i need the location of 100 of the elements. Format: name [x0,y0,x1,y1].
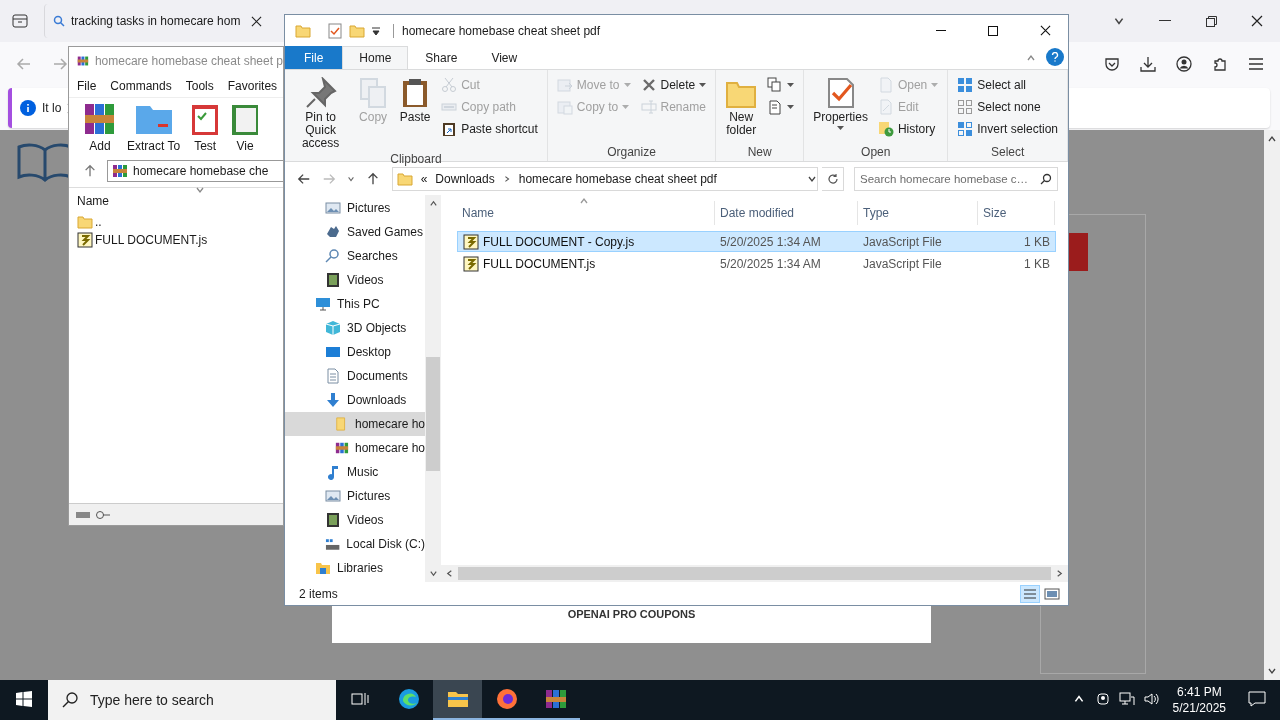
nav-item[interactable]: Searches [285,244,425,268]
script-file-icon [463,255,479,272]
menu-item[interactable]: Commands [110,79,172,93]
nav-item[interactable]: Documents [285,364,425,388]
minimize-icon[interactable] [1159,20,1171,22]
nav-item[interactable]: Music [285,460,425,484]
taskbar-search-field[interactable]: Type here to search [48,680,336,720]
archive-icon [335,440,349,456]
nav-item[interactable]: Libraries [285,556,425,580]
ribbon-button[interactable]: Pin to Quick access [291,75,351,152]
new-item-icon [767,77,784,93]
nav-item[interactable]: homecare ho [285,436,425,460]
column-header[interactable]: Name [457,201,715,225]
puzzle-icon[interactable] [1212,56,1228,72]
menu-icon[interactable] [1248,57,1264,71]
refresh-button[interactable] [822,166,844,191]
task-view-icon[interactable] [351,691,369,707]
network-icon[interactable] [1118,692,1135,706]
scrollbar[interactable] [425,195,441,582]
date-cell-text: 5/20/2025 1:34 AM [719,234,822,249]
clock[interactable]: 6:41 PM 5/21/2025 [1164,680,1234,720]
search-field[interactable]: Search homecare homebase c… [854,166,1058,191]
nav-item[interactable]: 3D Objects [285,316,425,340]
overflow-mark: « [420,171,428,186]
browser-icon[interactable] [396,687,421,711]
back-arrow-icon[interactable] [296,171,311,186]
recent-locations-icon [347,174,356,183]
nav-item[interactable]: Pictures [285,484,425,508]
breadcrumb[interactable]: Downloads [435,171,495,186]
column-header[interactable]: Type [858,201,978,225]
start-icon[interactable] [16,691,32,707]
nav-item[interactable]: Downloads [285,388,425,412]
toolbar-button[interactable]: Extract To [127,102,181,153]
restore-icon[interactable] [1205,15,1217,27]
volume-icon[interactable] [1143,692,1160,706]
file-row[interactable]: FULL DOCUMENT.js 5/20/2025 1:34 AM JavaScript File 1 KB [457,253,1056,274]
picture-icon [325,200,341,216]
close-icon[interactable] [251,15,262,27]
toolbar-button[interactable]: Add [83,102,117,153]
menu-item[interactable]: File [77,79,97,93]
ribbon-button[interactable]: Invert selection [954,119,1061,139]
toolbar-button[interactable]: Test [190,102,221,153]
up-arrow-icon[interactable] [83,164,97,178]
ribbon-tab[interactable]: Share [408,46,475,69]
nav-item[interactable]: Videos [285,268,425,292]
breadcrumb[interactable]: homecare homebase cheat sheet pdf [518,171,717,186]
ribbon-tab[interactable]: View [474,46,535,69]
ribbon-button[interactable]: Delete [637,75,710,95]
ribbon-tab[interactable]: File [285,46,343,69]
ribbon-button[interactable]: Paste shortcut [438,119,541,139]
notifications-icon[interactable] [1248,691,1266,707]
browser-tab[interactable]: tracking tasks in homecare hom [44,4,270,38]
scrollbar[interactable] [1264,130,1280,680]
pocket-icon[interactable] [1104,56,1120,72]
column-header[interactable]: Date modified [715,201,858,225]
file-row[interactable]: FULL DOCUMENT.js [69,231,283,249]
address-bar[interactable]: « Downloads homecare homebase cheat sheet pdf [391,166,819,191]
close-icon[interactable] [1039,25,1051,36]
customize-icon[interactable] [371,25,381,36]
ribbon-button[interactable]: History [874,119,942,139]
maximize-icon[interactable] [988,25,998,36]
column-header[interactable]: Size [978,201,1055,225]
file-row[interactable]: FULL DOCUMENT - Copy.js 5/20/2025 1:34 AM JavaScript File 1 KB [457,231,1056,252]
ribbon-button[interactable]: Select none [954,97,1061,117]
file-row[interactable]: .. [69,213,283,231]
download-icon[interactable] [1140,56,1156,72]
close-icon[interactable] [1251,15,1263,27]
ribbon-button[interactable]: New folder [722,75,761,139]
toolbar-button[interactable]: Vie [230,102,261,153]
tab-list-icon[interactable] [12,14,28,28]
nav-item[interactable]: Saved Games [285,220,425,244]
path-field[interactable]: homecare homebase che [107,160,283,182]
scroll-up-icon [428,199,438,208]
nav-item[interactable]: Desktop [285,340,425,364]
nav-item[interactable]: Videos [285,508,425,532]
ribbon-button[interactable]: Select all [954,75,1061,95]
up-arrow-icon[interactable] [365,171,380,186]
nav-item[interactable]: This PC [285,292,425,316]
film-icon [325,512,341,528]
menu-item[interactable]: Tools [185,79,214,93]
refresh-icon [826,172,839,185]
ribbon-button[interactable]: Paste [396,75,435,126]
help-icon[interactable] [1046,48,1064,66]
details-view-icon[interactable] [1020,584,1040,603]
properties-icon[interactable] [327,22,343,39]
folder-icon [396,170,413,187]
archive-icon[interactable] [543,687,568,711]
menu-item[interactable]: Favorites [227,79,278,93]
window-title: homecare homebase cheat sheet p [94,54,283,68]
meet-icon[interactable] [1095,692,1110,706]
fox-browser-icon[interactable] [494,687,519,711]
nav-item[interactable]: Pictures [285,196,425,220]
ribbon-tab[interactable]: Home [342,46,409,69]
scrollbar[interactable] [441,565,1068,582]
nav-item[interactable]: homecare ho [285,412,425,436]
column-header[interactable]: Name [69,187,283,213]
nav-item[interactable]: Local Disk (C:) [285,532,425,556]
ribbon-button[interactable]: Properties [810,75,871,132]
group-label: Organize [606,145,657,159]
account-icon[interactable] [1176,56,1192,72]
